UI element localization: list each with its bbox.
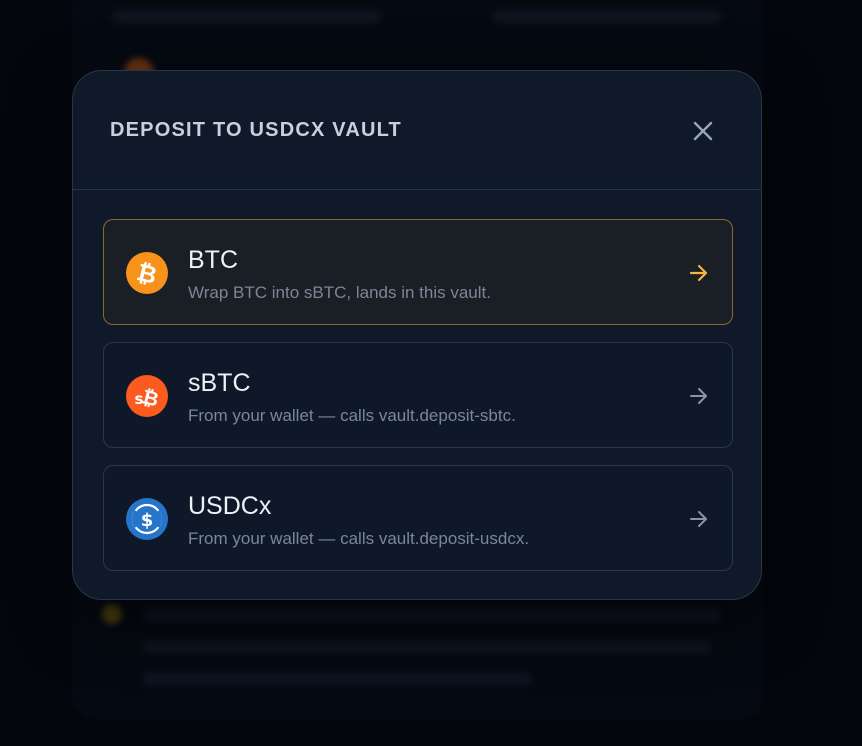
background-blur-text xyxy=(142,672,532,686)
deposit-modal: DEPOSIT TO USDCX VAULT ₿ BTC Wrap BTC in… xyxy=(72,70,762,600)
background-blur-text xyxy=(112,10,382,24)
svg-text:₿: ₿ xyxy=(134,258,160,290)
sbtc-icon: s ₿ xyxy=(126,375,168,417)
option-description: From your wallet — calls vault.deposit-s… xyxy=(188,406,516,425)
modal-title: DEPOSIT TO USDCX VAULT xyxy=(110,119,402,141)
background-blur-icon xyxy=(102,604,122,624)
modal-header: DEPOSIT TO USDCX VAULT xyxy=(73,71,761,190)
bitcoin-icon: ₿ xyxy=(126,252,168,294)
usdc-icon: $ xyxy=(126,498,168,540)
background-blur-text xyxy=(142,608,722,622)
option-description: From your wallet — calls vault.deposit-u… xyxy=(188,529,530,548)
arrow-right-icon xyxy=(690,388,707,404)
arrow-right-icon xyxy=(690,511,707,527)
deposit-option-sbtc[interactable]: s ₿ sBTC From your wallet — calls vault.… xyxy=(103,342,733,448)
option-label: USDCx xyxy=(188,492,272,520)
svg-text:$: $ xyxy=(141,510,154,531)
option-label: BTC xyxy=(188,246,238,274)
background-blur-text xyxy=(492,10,722,24)
svg-text:₿: ₿ xyxy=(140,384,162,411)
close-icon xyxy=(693,121,713,141)
background-blur-text xyxy=(142,640,712,654)
arrow-right-icon xyxy=(689,264,708,282)
deposit-option-usdcx[interactable]: $ USDCx From your wallet — calls vault.d… xyxy=(103,465,733,571)
option-label: sBTC xyxy=(188,369,251,397)
close-button[interactable] xyxy=(687,115,719,147)
deposit-option-btc[interactable]: ₿ BTC Wrap BTC into sBTC, lands in this … xyxy=(103,219,733,325)
option-description: Wrap BTC into sBTC, lands in this vault. xyxy=(188,283,491,302)
